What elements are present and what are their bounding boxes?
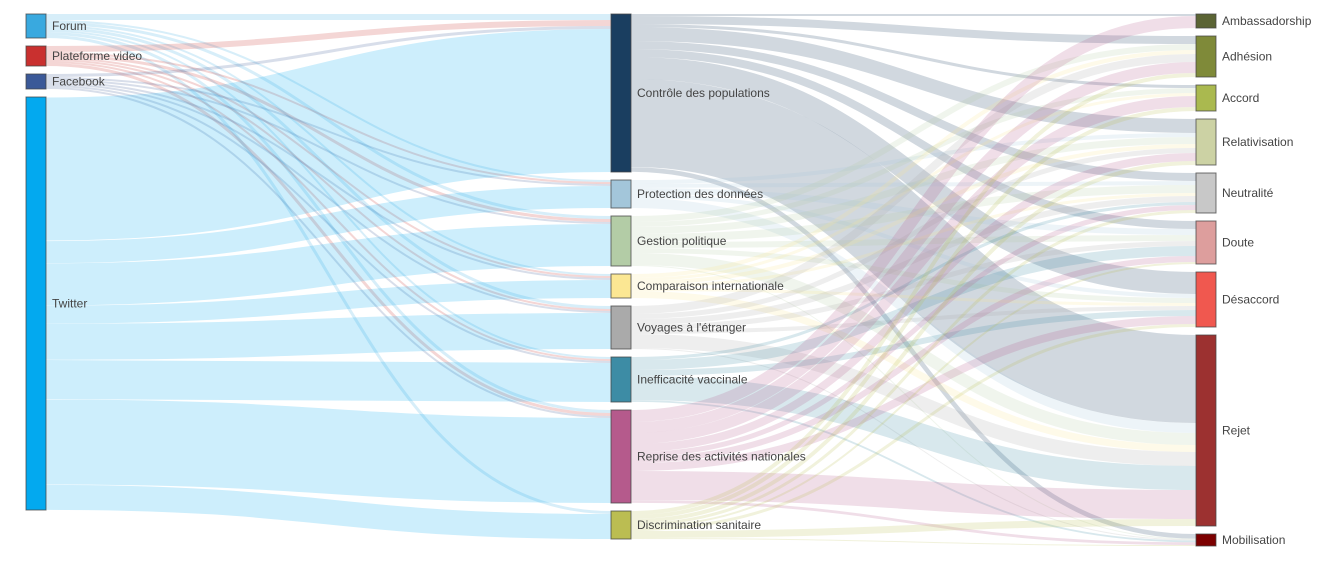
node-label-relativisation: Relativisation	[1222, 135, 1293, 149]
node-accord[interactable]: Accord	[1195, 84, 1259, 112]
node-bar-comparaison[interactable]	[610, 273, 632, 299]
node-ambassadorship[interactable]: Ambassadorship	[1195, 13, 1312, 29]
node-label-mobilisation: Mobilisation	[1222, 533, 1285, 547]
node-doute[interactable]: Doute	[1195, 220, 1254, 265]
node-bar-twitter[interactable]	[25, 96, 47, 511]
node-bar-accord[interactable]	[1195, 84, 1217, 112]
link-twitter-to-inefficacite[interactable]	[45, 360, 612, 402]
node-label-plateforme: Plateforme video	[52, 49, 142, 63]
node-label-reprise: Reprise des activités nationales	[637, 450, 806, 464]
node-bar-rejet[interactable]	[1195, 334, 1217, 527]
node-label-forum: Forum	[52, 19, 87, 33]
node-bar-reprise[interactable]	[610, 409, 632, 504]
node-bar-protection[interactable]	[610, 179, 632, 209]
node-label-controle: Contrôle des populations	[637, 86, 770, 100]
node-label-facebook: Facebook	[52, 75, 106, 89]
node-adhesion[interactable]: Adhésion	[1195, 35, 1272, 78]
node-bar-gestion[interactable]	[610, 215, 632, 267]
link-twitter-to-reprise[interactable]	[45, 399, 612, 503]
node-relativisation[interactable]: Relativisation	[1195, 118, 1293, 166]
node-label-doute: Doute	[1222, 236, 1254, 250]
node-label-protection: Protection des données	[637, 187, 763, 201]
node-label-ambassadorship: Ambassadorship	[1222, 14, 1312, 28]
node-facebook[interactable]: Facebook	[25, 73, 106, 90]
node-bar-forum[interactable]	[25, 13, 47, 39]
node-bar-relativisation[interactable]	[1195, 118, 1217, 166]
node-label-desaccord: Désaccord	[1222, 293, 1279, 307]
node-mobilisation[interactable]: Mobilisation	[1195, 533, 1285, 547]
node-bar-adhesion[interactable]	[1195, 35, 1217, 78]
node-bar-neutralite[interactable]	[1195, 172, 1217, 214]
node-bar-desaccord[interactable]	[1195, 271, 1217, 328]
node-label-adhesion: Adhésion	[1222, 50, 1272, 64]
node-bar-ambassadorship[interactable]	[1195, 13, 1217, 29]
link-twitter-to-controle[interactable]	[45, 29, 612, 241]
node-label-accord: Accord	[1222, 91, 1259, 105]
node-bar-mobilisation[interactable]	[1195, 533, 1217, 547]
node-label-comparaison: Comparaison internationale	[637, 279, 784, 293]
node-bar-doute[interactable]	[1195, 220, 1217, 265]
link-twitter-to-voyages[interactable]	[45, 313, 612, 360]
node-label-rejet: Rejet	[1222, 424, 1251, 438]
node-label-neutralite: Neutralité	[1222, 186, 1274, 200]
node-label-twitter: Twitter	[52, 297, 87, 311]
node-label-gestion: Gestion politique	[637, 234, 727, 248]
node-bar-inefficacite[interactable]	[610, 356, 632, 403]
node-bar-discrimination[interactable]	[610, 510, 632, 540]
sankey-diagram: Forum Plateforme video Facebook Twitter Cont…	[25, 13, 1312, 547]
node-bar-plateforme[interactable]	[25, 45, 47, 67]
node-neutralite[interactable]: Neutralité	[1195, 172, 1274, 214]
node-bar-controle[interactable]	[610, 13, 632, 173]
node-desaccord[interactable]: Désaccord	[1195, 271, 1279, 328]
node-bar-voyages[interactable]	[610, 305, 632, 350]
node-label-inefficacite: Inefficacité vaccinale	[637, 373, 748, 387]
node-label-discrimination: Discrimination sanitaire	[637, 518, 761, 532]
node-label-voyages: Voyages à l'étranger	[637, 321, 746, 335]
node-rejet[interactable]: Rejet	[1195, 334, 1251, 527]
node-bar-facebook[interactable]	[25, 73, 47, 90]
